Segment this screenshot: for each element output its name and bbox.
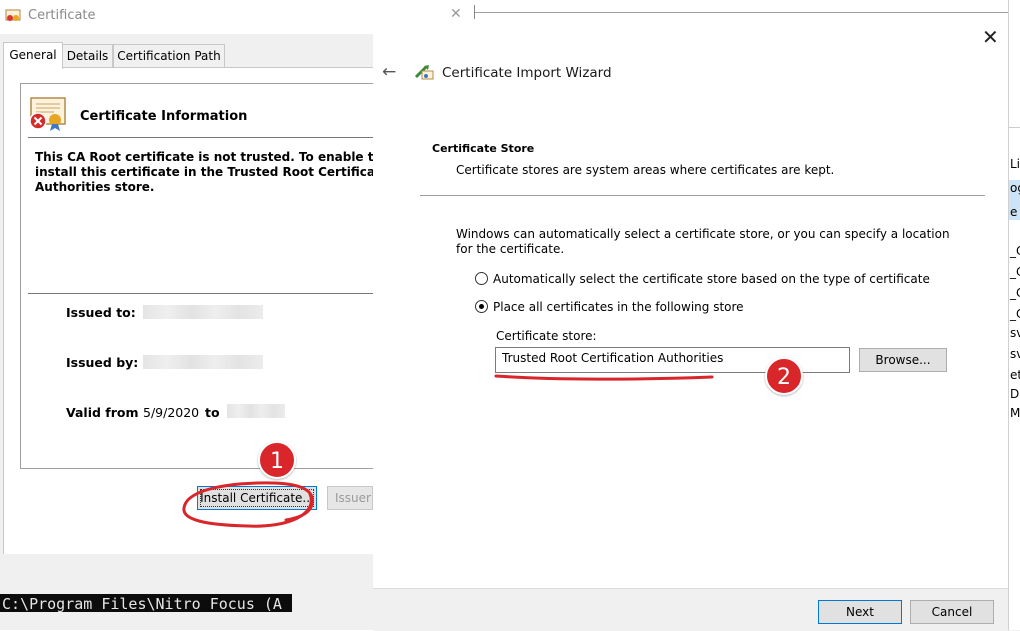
- close-icon[interactable]: ✕: [982, 25, 999, 49]
- background-text-fragment: et_: [1010, 368, 1020, 382]
- certificate-icon: [5, 9, 21, 21]
- back-arrow-icon[interactable]: ←: [382, 62, 396, 82]
- background-text-fragment: D: [1010, 387, 1020, 401]
- issued-by-label: Issued by:: [66, 355, 139, 370]
- background-text-fragment: _C: [1010, 244, 1020, 258]
- close-icon[interactable]: ✕: [450, 6, 462, 22]
- background-text-fragment: Li: [1010, 157, 1020, 171]
- tab-details[interactable]: Details: [62, 44, 113, 67]
- background-text-fragment: sv: [1010, 347, 1020, 361]
- terminal-path-text: C:\Program Files\Nitro Focus (A: [2, 595, 282, 612]
- divider: [1009, 127, 1020, 128]
- background-text-fragment: _C: [1010, 307, 1020, 321]
- issued-to-value-redacted: [143, 305, 263, 319]
- untrusted-certificate-icon: [29, 97, 66, 131]
- untrusted-warning-text: This CA Root certificate is not trusted.…: [35, 150, 373, 194]
- tab-certification-path[interactable]: Certification Path: [113, 44, 225, 67]
- background-text-fragment: _C: [1010, 286, 1020, 300]
- store-underline-annotation: [494, 374, 714, 381]
- auto-select-store-radio[interactable]: [475, 272, 488, 285]
- wizard-title: Certificate Import Wizard: [442, 65, 612, 81]
- next-button[interactable]: Next: [818, 600, 902, 624]
- issuer-statement-button: Issuer: [327, 486, 373, 510]
- divider: [420, 195, 985, 196]
- install-button-circle-annotation: [182, 481, 314, 528]
- step-badge-1: 1: [258, 441, 296, 479]
- cancel-button[interactable]: Cancel: [910, 600, 994, 624]
- issued-by-value-redacted: [143, 355, 263, 369]
- auto-select-store-label[interactable]: Automatically select the certificate sto…: [493, 272, 930, 286]
- background-text-fragment: sv: [1010, 326, 1020, 340]
- divider: [474, 5, 475, 19]
- valid-from-label: Valid from: [66, 405, 139, 420]
- dialog-bottom-strip: [0, 612, 373, 630]
- store-selection-instructions: Windows can automatically select a certi…: [456, 227, 950, 256]
- background-window-edge: [474, 12, 1020, 13]
- certificate-store-heading: Certificate Store: [432, 142, 535, 155]
- valid-from-value: 5/9/2020: [143, 405, 200, 420]
- background-text-fragment: M: [1010, 406, 1020, 420]
- certificate-window-title: Certificate: [28, 8, 96, 23]
- certificate-store-label: Certificate store:: [496, 329, 597, 343]
- browse-button[interactable]: Browse...: [859, 348, 947, 372]
- tab-general[interactable]: General: [3, 42, 63, 69]
- certificate-store-description: Certificate stores are system areas wher…: [456, 163, 835, 177]
- issued-to-label: Issued to:: [66, 305, 136, 320]
- background-text-fragment: _C: [1010, 265, 1020, 279]
- background-text-fragment: og: [1010, 181, 1020, 195]
- background-text-fragment: e: [1010, 205, 1018, 219]
- place-in-store-radio[interactable]: [475, 300, 488, 313]
- divider: [28, 137, 373, 138]
- valid-to-value-redacted: [227, 404, 285, 418]
- certificate-wizard-icon: [414, 65, 434, 80]
- step-badge-2: 2: [765, 357, 803, 395]
- place-in-store-label[interactable]: Place all certificates in the following …: [493, 300, 744, 314]
- valid-to-label: to: [205, 405, 220, 420]
- certificate-information-heading: Certificate Information: [80, 109, 248, 124]
- divider: [28, 293, 373, 294]
- certificate-import-wizard: [373, 0, 1013, 630]
